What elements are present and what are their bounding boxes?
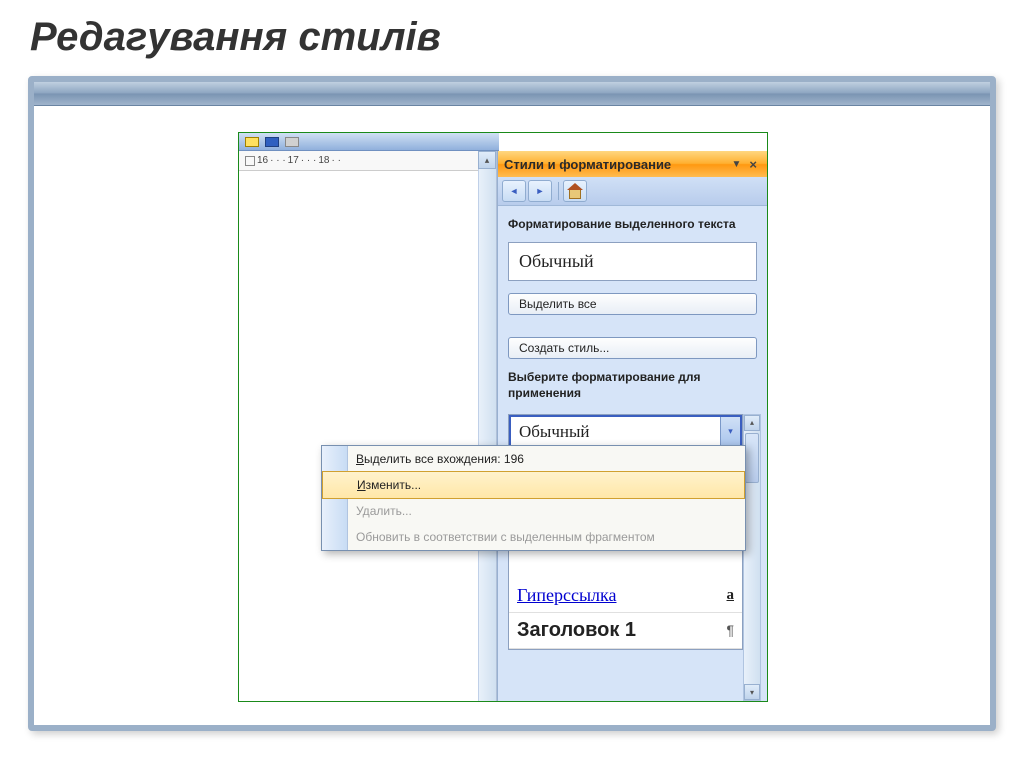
ruler-tab-icon	[245, 156, 255, 166]
document-area: 16 · · · 17 · · · 18 · · ▴	[239, 151, 497, 701]
menu-label: Выделить все вхождения: 196	[356, 452, 524, 466]
style-name: Заголовок 1	[517, 619, 636, 642]
toolbar-icon	[285, 137, 299, 147]
style-dropdown-button[interactable]: ▾	[720, 417, 740, 447]
nav-back-button[interactable]: ◄	[502, 180, 526, 202]
character-style-icon: a	[727, 587, 735, 604]
page-title: Редагування стилів	[0, 0, 1024, 70]
style-item-heading1[interactable]: Заголовок 1 ¶	[509, 613, 742, 649]
scroll-up-button[interactable]: ▴	[478, 151, 496, 169]
new-style-button[interactable]: Создать стиль...	[508, 337, 757, 359]
decorative-top-bar	[34, 82, 990, 106]
ruler-number: 18	[318, 155, 329, 166]
paragraph-style-icon: ¶	[726, 622, 734, 638]
section-label-choose: Выберите форматирование для применения	[498, 359, 767, 407]
vertical-scrollbar[interactable]	[478, 169, 496, 701]
current-style-box[interactable]: Обычный	[508, 242, 757, 281]
ruler-number: 16	[257, 155, 268, 166]
style-item-normal[interactable]: Обычный ▾	[509, 415, 742, 449]
toolbar-icon	[265, 137, 279, 147]
scroll-thumb[interactable]	[745, 433, 759, 483]
styles-task-pane: Стили и форматирование ▼ × ◄ ► Форматиро…	[497, 151, 767, 701]
style-item-hyperlink[interactable]: Гиперссылка a	[509, 579, 742, 613]
taskpane-title: Стили и форматирование	[504, 157, 671, 172]
style-context-menu: Выделить все вхождения: 196 Изменить... …	[321, 445, 746, 551]
word-screenshot: 16 · · · 17 · · · 18 · · ▴ Стили и форма…	[238, 132, 768, 702]
slide-frame: 16 · · · 17 · · · 18 · · ▴ Стили и форма…	[28, 76, 996, 731]
horizontal-ruler: 16 · · · 17 · · · 18 · ·	[239, 151, 496, 171]
home-icon	[568, 184, 582, 198]
nav-forward-button[interactable]: ►	[528, 180, 552, 202]
section-label-current: Форматирование выделенного текста	[498, 206, 767, 238]
menu-label: Удалить...	[356, 504, 412, 518]
taskpane-dropdown-icon[interactable]: ▼	[728, 159, 746, 170]
menu-label: Изменить...	[357, 478, 421, 492]
toolbar-icon	[245, 137, 259, 147]
scroll-up-button[interactable]: ▴	[744, 415, 760, 431]
nav-home-button[interactable]	[563, 180, 587, 202]
menu-select-all-occurrences[interactable]: Выделить все вхождения: 196	[322, 446, 745, 472]
menu-modify[interactable]: Изменить...	[322, 471, 745, 499]
style-name: Гиперссылка	[517, 585, 617, 606]
close-icon[interactable]: ×	[745, 157, 761, 172]
taskpane-header: Стили и форматирование ▼ ×	[498, 151, 767, 177]
menu-update-to-match: Обновить в соответствии с выделенным фра…	[322, 524, 745, 550]
menu-delete: Удалить...	[322, 498, 745, 524]
menu-label: Обновить в соответствии с выделенным фра…	[356, 530, 655, 544]
taskpane-nav: ◄ ►	[498, 177, 767, 206]
ruler-number: 17	[288, 155, 299, 166]
word-toolbar	[239, 133, 499, 151]
scroll-down-button[interactable]: ▾	[744, 684, 760, 700]
style-name: Обычный	[519, 422, 590, 442]
select-all-button[interactable]: Выделить все	[508, 293, 757, 315]
separator	[558, 182, 559, 200]
